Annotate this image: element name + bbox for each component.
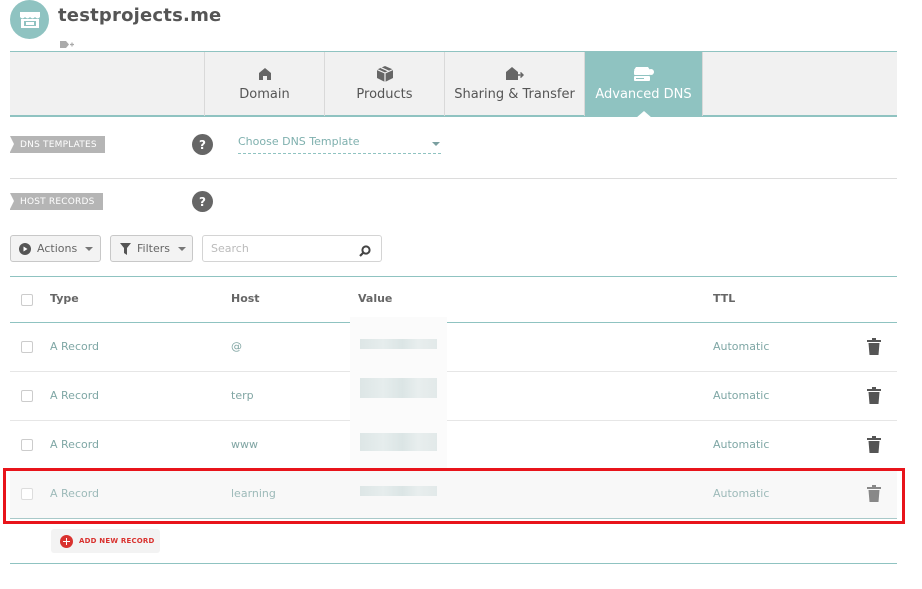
record-type[interactable]: A Record (50, 487, 99, 500)
column-header-host[interactable]: Host (231, 292, 260, 305)
house-arrow-icon (505, 65, 524, 83)
bottom-divider (10, 563, 897, 564)
chevron-down-icon (85, 246, 94, 251)
record-host[interactable]: @ (231, 340, 242, 353)
tab-label: Sharing & Transfer (454, 87, 575, 102)
table-row[interactable]: A Record @ Automatic (10, 317, 897, 375)
site-title: testprojects.me (58, 5, 222, 26)
trash-icon[interactable] (867, 436, 881, 457)
record-host[interactable]: terp (231, 389, 254, 402)
trash-icon[interactable] (867, 387, 881, 408)
record-ttl[interactable]: Automatic (713, 438, 769, 451)
chevron-down-icon (432, 142, 440, 146)
redacted-value-bar (360, 378, 437, 398)
record-ttl[interactable]: Automatic (713, 487, 769, 500)
column-header-value[interactable]: Value (358, 292, 392, 305)
trash-icon[interactable] (867, 485, 881, 506)
search-icon[interactable] (359, 242, 371, 261)
box-icon (376, 65, 393, 83)
tab-divider (702, 52, 703, 116)
actions-label: Actions (37, 242, 78, 255)
chevron-down-icon (177, 246, 186, 251)
host-records-table: Type Host Value TTL A Record @ Automatic… (10, 276, 897, 519)
section-divider (10, 178, 897, 179)
tab-advanced-dns[interactable]: Advanced DNS (584, 52, 702, 118)
redacted-value-bar (360, 486, 437, 496)
record-type[interactable]: A Record (50, 389, 99, 402)
record-ttl[interactable]: Automatic (713, 340, 769, 353)
record-type[interactable]: A Record (50, 438, 99, 451)
server-icon (633, 65, 654, 83)
help-icon[interactable]: ? (192, 134, 213, 155)
record-ttl[interactable]: Automatic (713, 389, 769, 402)
row-checkbox[interactable] (21, 341, 33, 353)
search-input[interactable] (203, 236, 343, 261)
filters-label: Filters (137, 242, 170, 255)
record-host[interactable]: learning (231, 487, 276, 500)
select-all-checkbox[interactable] (21, 294, 33, 306)
plus-circle-icon (60, 534, 73, 548)
site-header: testprojects.me (10, 0, 510, 50)
column-header-type[interactable]: Type (50, 292, 79, 305)
tab-label: Products (356, 87, 413, 102)
storefront-icon (10, 0, 49, 39)
table-header: Type Host Value TTL (10, 276, 897, 323)
filter-icon (120, 242, 131, 255)
row-checkbox[interactable] (21, 439, 33, 451)
table-row[interactable]: A Record www Automatic (10, 415, 897, 473)
tab-domain[interactable]: Domain (204, 52, 324, 116)
play-circle-icon (19, 242, 31, 255)
row-checkbox[interactable] (21, 390, 33, 402)
help-icon[interactable]: ? (192, 191, 213, 212)
table-row[interactable]: A Record terp Automatic (10, 366, 897, 424)
redacted-value-bar (360, 433, 437, 451)
redacted-value-bar (360, 339, 437, 349)
domain-tabbar: Domain Products Sharing & Transfer Advan… (10, 51, 897, 118)
tab-sharing-transfer[interactable]: Sharing & Transfer (444, 52, 584, 116)
table-row-highlighted[interactable]: A Record learning Automatic (10, 470, 897, 519)
tab-label: Domain (239, 87, 290, 102)
row-checkbox[interactable] (21, 488, 33, 500)
record-value-redacted[interactable] (350, 464, 447, 522)
actions-button[interactable]: Actions (10, 235, 101, 262)
add-new-record-button[interactable]: ADD NEW RECORD (51, 529, 160, 553)
filters-button[interactable]: Filters (110, 235, 193, 262)
add-new-record-label: ADD NEW RECORD (79, 537, 155, 545)
column-header-ttl[interactable]: TTL (713, 292, 735, 305)
host-records-label: HOST RECORDS (10, 193, 103, 210)
tab-label: Advanced DNS (595, 87, 692, 102)
home-icon (258, 65, 271, 83)
search-field[interactable] (202, 235, 382, 262)
dns-template-select-value: Choose DNS Template (238, 135, 360, 148)
tab-products[interactable]: Products (324, 52, 444, 116)
record-host[interactable]: www (231, 438, 258, 451)
record-type[interactable]: A Record (50, 340, 99, 353)
dns-template-select[interactable]: Choose DNS Template (238, 135, 441, 154)
dns-templates-label: DNS TEMPLATES (10, 136, 105, 153)
trash-icon[interactable] (867, 338, 881, 359)
